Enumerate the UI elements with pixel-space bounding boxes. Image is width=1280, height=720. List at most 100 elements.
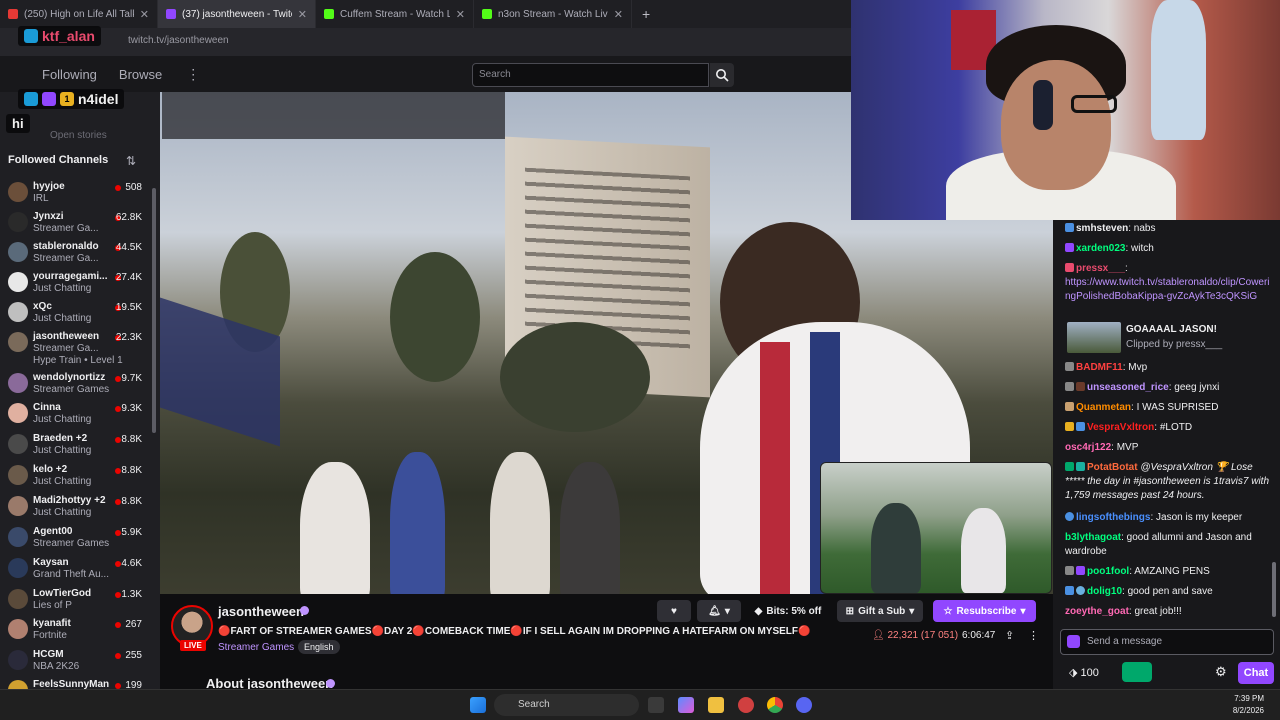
open-stories-link[interactable]: Open stories [50, 130, 107, 141]
notifications-button[interactable]: 🔔︎ ▾ [697, 600, 741, 622]
close-icon[interactable]: ✕ [456, 8, 465, 21]
channel-name: Braeden +2 [33, 433, 88, 444]
chat-username[interactable]: BADMF11 [1076, 362, 1123, 373]
gift-sub-button[interactable]: ⊞ Gift a Sub ▾ [837, 600, 923, 622]
sidebar-channel-item[interactable]: wendolynortizz Streamer Games 9.7K [0, 369, 150, 399]
avatar [8, 465, 28, 485]
overlay-username-text: n4idel [78, 91, 119, 107]
sidebar-channel-item[interactable]: HCGM NBA 2K26 255 [0, 646, 150, 676]
avatar [8, 403, 28, 423]
resubscribe-button[interactable]: ☆ Resubscribe ▾ [933, 600, 1036, 622]
nav-browse[interactable]: Browse [119, 67, 162, 82]
gift-icon[interactable] [1122, 662, 1152, 682]
sidebar-channel-item[interactable]: hyyjoe IRL 508 [0, 178, 150, 208]
search-button[interactable] [710, 63, 734, 87]
gear-icon[interactable]: ⚙ [1215, 664, 1227, 680]
live-dot-icon [115, 406, 121, 412]
chat-username[interactable]: b3lythagoat [1065, 532, 1121, 543]
chat-username[interactable]: pressx___ [1076, 263, 1125, 274]
language-tag[interactable]: English [298, 640, 340, 654]
discord-icon[interactable] [796, 697, 812, 713]
channel-points[interactable]: ⬗ 100 [1069, 666, 1099, 679]
sidebar-channel-item[interactable]: Jynxzi Streamer Ga... 62.8K [0, 208, 150, 238]
browser-tab-kick-cuffem[interactable]: Cuffem Stream - Watch Live on ✕ [316, 0, 474, 28]
search-input[interactable]: Search [472, 63, 709, 87]
sidebar-channel-item[interactable]: yourragegami... Just Chatting 27.4K [0, 268, 150, 298]
close-icon[interactable]: ✕ [298, 8, 307, 21]
nav-following[interactable]: Following [42, 67, 97, 82]
taskbar-search[interactable]: Search [494, 694, 639, 716]
badge-number: 1 [60, 92, 74, 106]
avatar [8, 527, 28, 547]
clip-card[interactable]: GOAAAAL JASON! Clipped by pressx___ [1065, 322, 1265, 354]
share-icon[interactable]: ⇪ [1005, 629, 1014, 642]
chat-username[interactable]: smhsteven [1076, 223, 1128, 234]
channel-name: stableronaldo [33, 241, 99, 252]
picture-in-picture-view[interactable] [820, 462, 1052, 594]
crowd-person [300, 462, 370, 594]
sidebar-channel-item[interactable]: Agent00 Streamer Games 5.9K [0, 523, 150, 553]
sidebar-channel-item[interactable]: Kaysan Grand Theft Au... 4.6K [0, 554, 150, 584]
close-icon[interactable]: ✕ [614, 8, 623, 21]
sidebar-channel-item[interactable]: Madi2hottyy +2 Just Chatting 8.8K [0, 492, 150, 522]
more-icon[interactable]: ⋮ [186, 66, 200, 83]
new-tab-button[interactable]: + [632, 6, 650, 22]
follow-button[interactable]: ♥ [657, 600, 691, 622]
search-icon [716, 69, 729, 82]
chat-message: PotatBotat @VespraVxltron 🏆 Lose ***** t… [1065, 461, 1270, 503]
browser-tab-kick-n3on[interactable]: n3on Stream - Watch Live on K ✕ [474, 0, 632, 28]
gift-sub-label: Gift a Sub [858, 605, 906, 617]
chrome-icon[interactable] [767, 697, 783, 713]
sidebar-channel-item[interactable]: Cinna Just Chatting 9.3K [0, 399, 150, 429]
sidebar-channel-item[interactable]: xQc Just Chatting 19.5K [0, 298, 150, 328]
sidebar-scrollbar[interactable] [152, 188, 156, 433]
chat-username[interactable]: xarden023 [1076, 243, 1125, 254]
viewer-count: 22.3K [115, 332, 142, 343]
live-dot-icon [115, 468, 121, 474]
chat-text: : witch [1125, 243, 1154, 254]
chat-text: : nabs [1128, 223, 1156, 234]
windows-start-icon[interactable] [470, 697, 486, 713]
chat-username[interactable]: VespraVxltron [1087, 422, 1154, 433]
more-icon[interactable]: ⋮ [1028, 629, 1039, 642]
sort-icon[interactable]: ⇅ [126, 154, 136, 168]
close-icon[interactable]: ✕ [140, 8, 149, 21]
system-clock[interactable]: 7:39 PM 8/2/2026 [1233, 693, 1264, 717]
chat-username[interactable]: poo1fool [1087, 566, 1129, 577]
chat-username[interactable]: zoeythe_goat [1065, 606, 1129, 617]
chat-username[interactable]: unseasoned_rice [1087, 382, 1169, 393]
chat-input[interactable]: Send a message [1060, 629, 1274, 655]
copilot-icon[interactable] [678, 697, 694, 713]
chat-send-button[interactable]: Chat [1238, 662, 1274, 684]
address-bar[interactable]: twitch.tv/jasontheween [0, 28, 851, 56]
chat-username[interactable]: osc4rj122 [1065, 442, 1111, 453]
sidebar-channel-item[interactable]: kyanafit Fortnite 267 [0, 615, 150, 645]
live-dot-icon [115, 592, 121, 598]
clip-link[interactable]: https://www.twitch.tv/stableronaldo/clip… [1065, 277, 1270, 302]
chat-text: : #LOTD [1154, 422, 1193, 433]
chat-username[interactable]: dolig10 [1087, 586, 1122, 597]
sidebar-channel-item[interactable]: stableronaldo Streamer Ga... 44.5K [0, 238, 150, 268]
app-icon[interactable] [738, 697, 754, 713]
browser-tab-youtube[interactable]: (250) High on Life All Talking G ✕ [0, 0, 158, 28]
sidebar-channel-item[interactable]: jasontheween Streamer Ga... 22.3K Hype Trai… [0, 328, 150, 366]
chat-scrollbar[interactable] [1272, 562, 1276, 617]
file-explorer-icon[interactable] [708, 697, 724, 713]
sidebar-channel-item[interactable]: LowTierGod Lies of P 1.3K [0, 585, 150, 615]
browser-tab-twitch[interactable]: (37) jasontheween - Twitch ✕ [158, 0, 316, 28]
category-link[interactable]: Streamer Games [218, 642, 294, 653]
youtube-icon [8, 9, 18, 19]
streamer-name[interactable]: jasontheween [218, 604, 304, 619]
avatar [8, 589, 28, 609]
bits-button[interactable]: ◆ Bits: 5% off [747, 600, 829, 622]
channel-category: Lies of P [33, 600, 72, 611]
windows-taskbar: Search 7:39 PM 8/2/2026 [0, 689, 1280, 720]
live-dot-icon [115, 622, 121, 628]
chat-username[interactable]: Quanmetan [1076, 402, 1131, 413]
sidebar-channel-item[interactable]: kelo +2 Just Chatting 8.8K [0, 461, 150, 491]
chat-username[interactable]: PotatBotat [1087, 462, 1138, 473]
task-view-icon[interactable] [648, 697, 664, 713]
chat-username[interactable]: lingsofthebings [1076, 512, 1150, 523]
sidebar-channel-item[interactable]: Braeden +2 Just Chatting 8.8K [0, 430, 150, 460]
channel-category: Streamer Ga... [33, 223, 99, 234]
